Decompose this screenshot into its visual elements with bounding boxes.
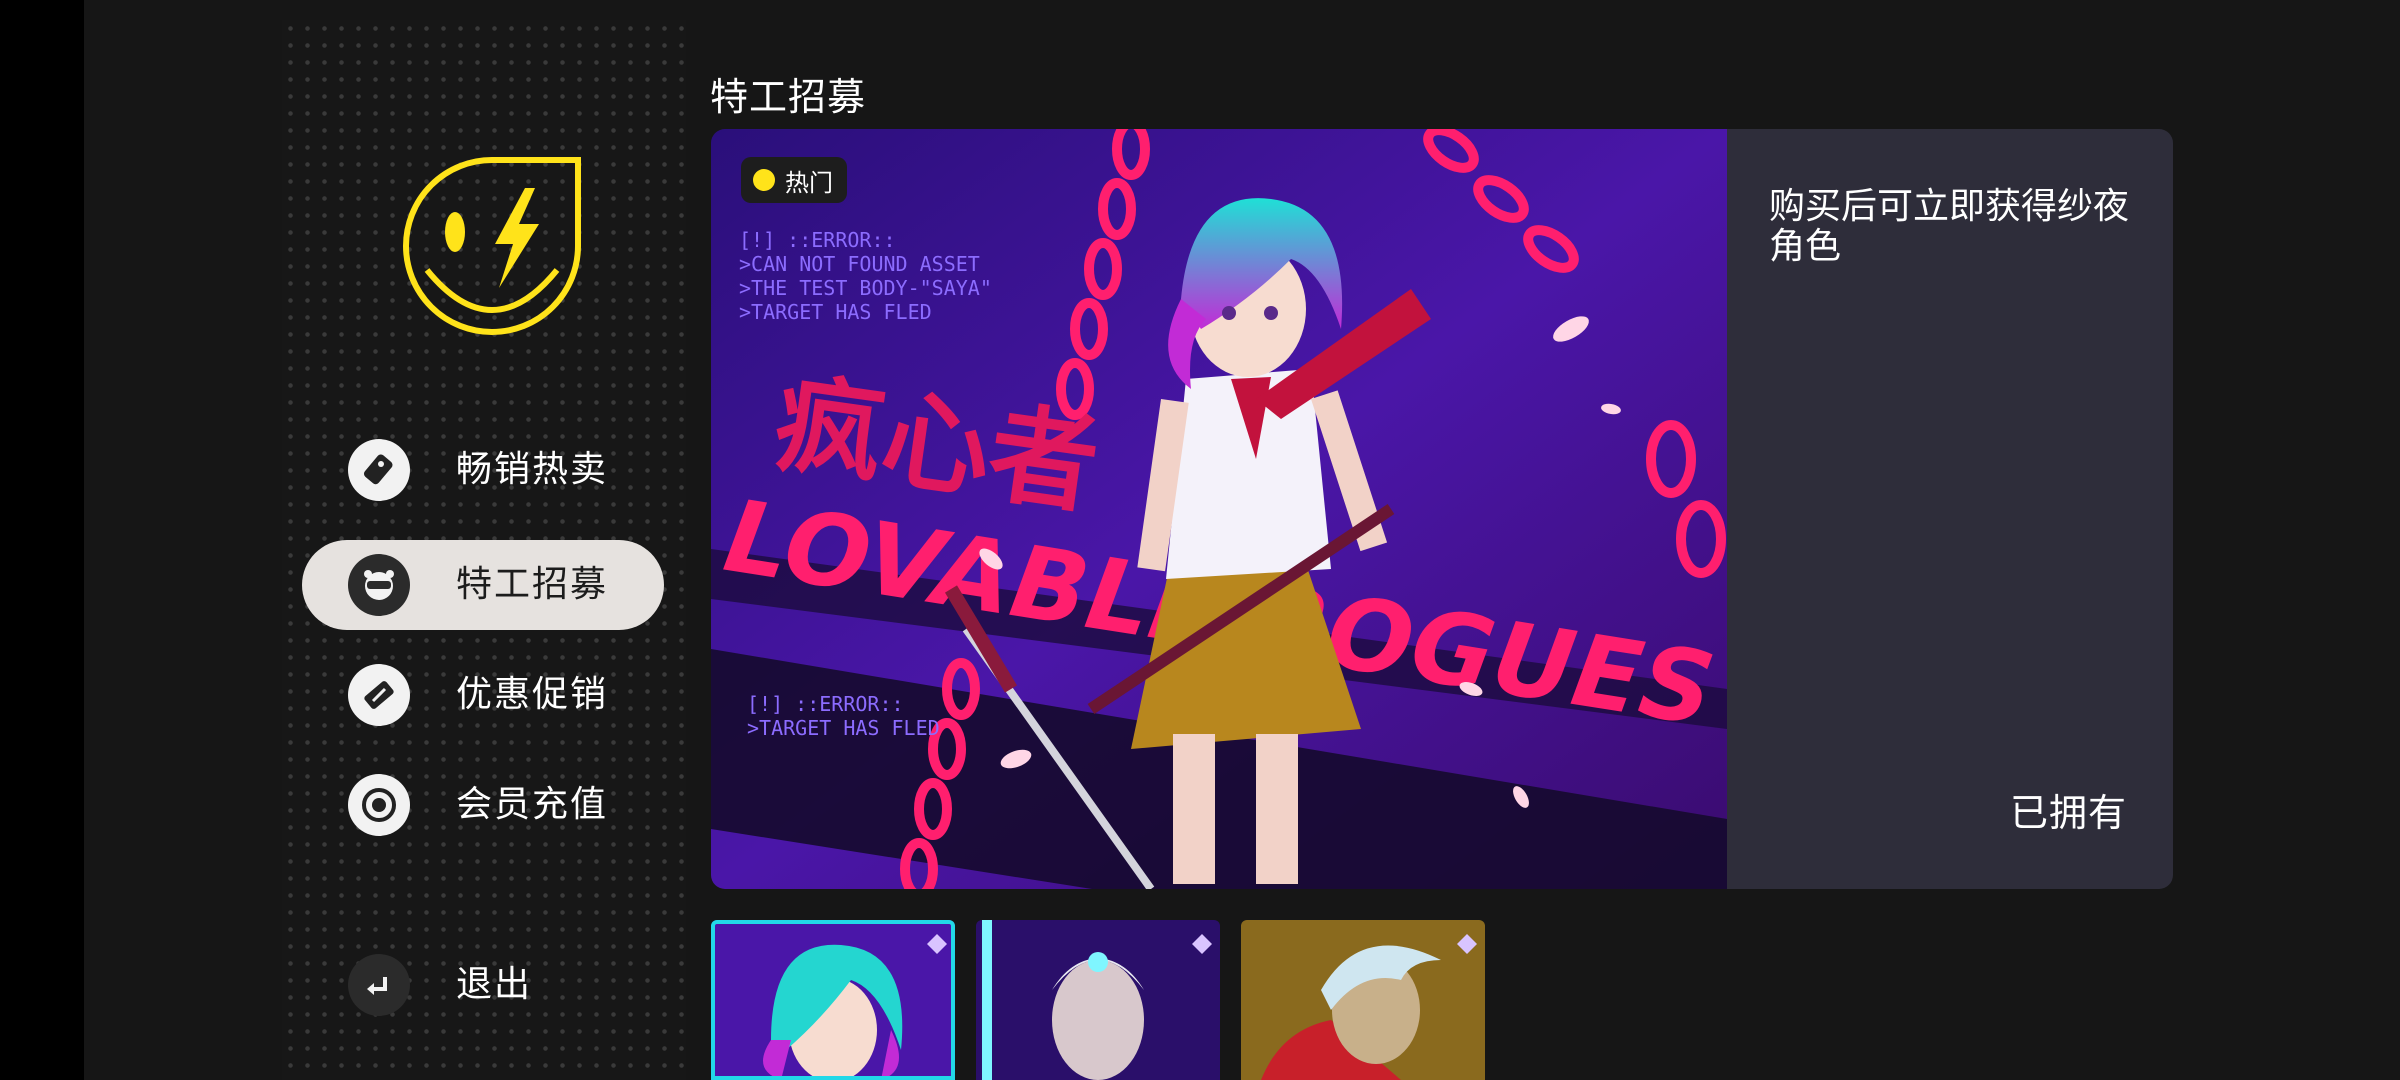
tag-icon (348, 439, 410, 501)
owned-status: 已拥有 (2009, 791, 2127, 835)
agent-mask-icon (348, 554, 410, 616)
character-key-art: [!] ::ERROR:: >CAN NOT FOUND ASSET >THE … (711, 129, 1727, 889)
product-description: 购买后可立即获得纱夜角色 (1769, 186, 2130, 267)
sidebar-item-promotions[interactable]: 优惠促销 (302, 650, 664, 740)
page-title: 特工招募 (710, 75, 867, 119)
svg-text:>THE TEST BODY-"SAYA": >THE TEST BODY-"SAYA" (739, 276, 992, 300)
sidebar-item-label: 会员充值 (456, 784, 609, 825)
svg-text:[!] ::ERROR::: [!] ::ERROR:: (747, 692, 904, 716)
exit-label: 退出 (456, 964, 533, 1005)
thumbnail-saya[interactable] (711, 920, 955, 1080)
thumbnail-cyber-agent[interactable] (976, 920, 1220, 1080)
saya-portrait (711, 920, 955, 1080)
sidebar-item-agent-recruit[interactable]: 特工招募 (302, 540, 664, 630)
sidebar: 畅销热卖 特工招募 优惠促销 会员充值 退出 (282, 20, 686, 1080)
svg-text:>CAN NOT FOUND ASSET: >CAN NOT FOUND ASSET (739, 252, 980, 276)
sidebar-item-membership-topup[interactable]: 会员充值 (302, 760, 664, 850)
silver-hair-agent-portrait (1241, 920, 1485, 1080)
svg-text:>TARGET HAS FLED: >TARGET HAS FLED (747, 716, 940, 740)
sidebar-item-label: 特工招募 (456, 564, 609, 605)
ticket-icon (348, 664, 410, 726)
featured-banner[interactable]: [!] ::ERROR:: >CAN NOT FOUND ASSET >THE … (711, 129, 2173, 889)
dot-icon (753, 169, 775, 191)
exit-button[interactable]: 退出 (302, 940, 664, 1030)
sidebar-item-label: 畅销热卖 (456, 449, 609, 490)
product-info-panel: 购买后可立即获得纱夜角色 已拥有 (1727, 129, 2173, 889)
hot-badge-label: 热门 (785, 168, 833, 197)
smiley-bolt-logo (403, 157, 581, 335)
thumbnail-silver-hair-agent[interactable] (1241, 920, 1485, 1080)
exit-icon (348, 954, 410, 1016)
hot-badge: 热门 (741, 157, 847, 203)
sidebar-item-bestsellers[interactable]: 畅销热卖 (302, 425, 664, 515)
cyber-agent-portrait (976, 920, 1220, 1080)
coin-icon (348, 774, 410, 836)
sidebar-item-label: 优惠促销 (456, 674, 609, 715)
svg-text:[!] ::ERROR::: [!] ::ERROR:: (739, 228, 896, 252)
svg-text:>TARGET HAS FLED: >TARGET HAS FLED (739, 300, 932, 324)
left-edge-bar (0, 0, 84, 1080)
